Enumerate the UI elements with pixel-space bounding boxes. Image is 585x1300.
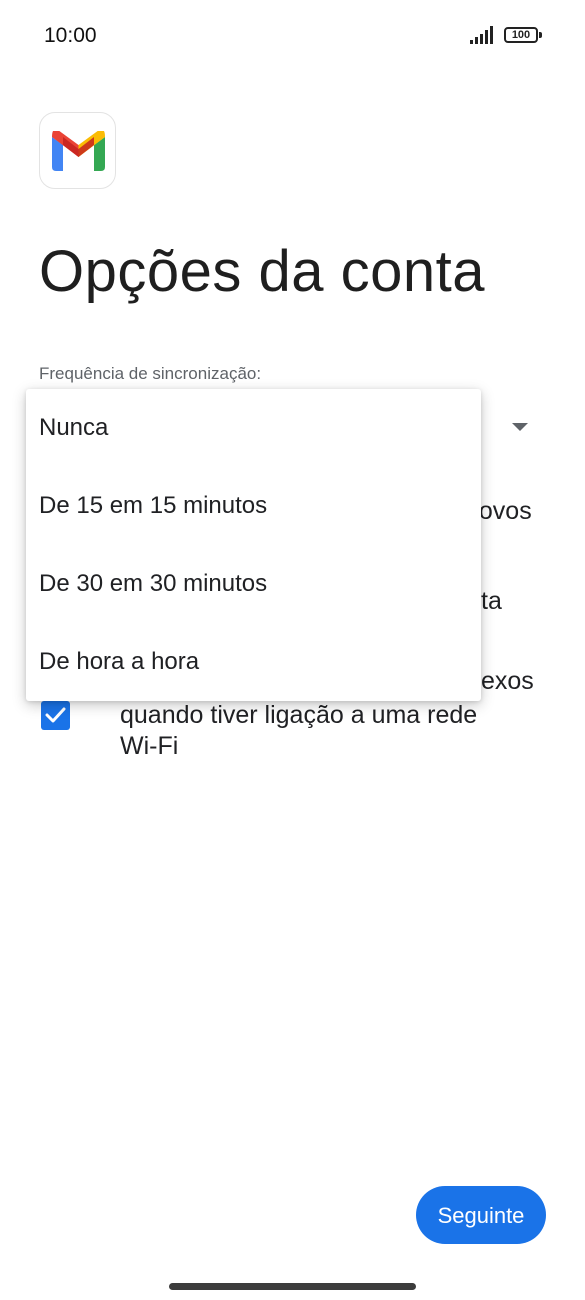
check-icon <box>45 707 66 723</box>
wifi-option-label-line2: Wi-Fi <box>120 732 179 760</box>
next-button[interactable]: Seguinte <box>416 1186 546 1244</box>
status-time: 10:00 <box>44 24 97 47</box>
menu-item-30-minutes[interactable]: De 30 em 30 minutos <box>26 545 481 623</box>
wifi-download-checkbox[interactable] <box>41 701 70 730</box>
wifi-option-label-line1: quando tiver ligação a uma rede <box>120 701 478 729</box>
battery-cap <box>539 32 542 38</box>
status-bar: 10:00 100 <box>0 0 585 75</box>
option-label-fragment: ta <box>481 587 502 615</box>
battery-icon: 100 <box>504 27 538 43</box>
chevron-down-icon[interactable] <box>512 423 528 431</box>
menu-item-hourly[interactable]: De hora a hora <box>26 623 481 701</box>
page-title: Opções da conta <box>39 239 486 304</box>
menu-item-15-minutes[interactable]: De 15 em 15 minutos <box>26 467 481 545</box>
gmail-m-icon <box>52 131 105 171</box>
sync-frequency-label: Frequência de sincronização: <box>39 364 262 383</box>
home-indicator[interactable] <box>169 1283 416 1290</box>
signal-icon <box>470 26 493 44</box>
gmail-logo-icon <box>39 112 116 189</box>
option-label-fragment: exos <box>481 667 534 695</box>
sync-frequency-dropdown-menu: Nunca De 15 em 15 minutos De 30 em 30 mi… <box>26 389 481 701</box>
menu-item-never[interactable]: Nunca <box>26 389 481 467</box>
